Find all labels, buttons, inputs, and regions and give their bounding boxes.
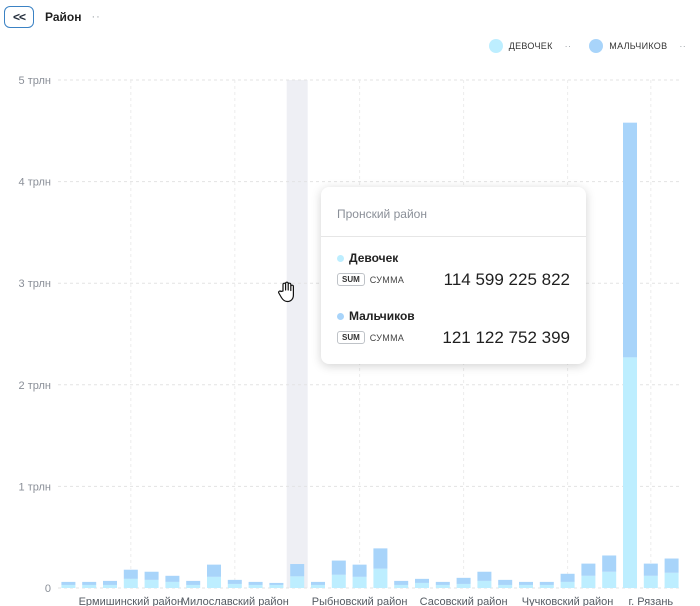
bar-segment-boys: [394, 580, 409, 585]
bar-segment-boys: [61, 581, 76, 585]
bar-segment-girls: [165, 581, 180, 588]
bar-segment-girls: [352, 576, 367, 588]
sum-badge: SUM: [337, 331, 365, 344]
bar-segment-girls: [248, 584, 263, 588]
bar-segment-girls: [207, 576, 221, 588]
bar-segment-girls: [186, 584, 201, 588]
sum-label: СУММА: [369, 274, 405, 285]
x-tick-label: Рыбновский район: [312, 596, 408, 606]
bar-segment-boys: [477, 571, 492, 581]
y-tick-label: 3 трлн: [19, 278, 51, 290]
bar-segment-girls: [539, 584, 554, 588]
bar-segment-girls: [477, 580, 492, 588]
hover-highlight-band: [286, 80, 308, 588]
sum-badge: SUM: [337, 273, 365, 286]
bar-segment-girls: [82, 584, 97, 588]
bar-segment-girls: [123, 578, 138, 588]
bar-segment-boys: [207, 564, 221, 577]
bar-segment-girls: [415, 582, 429, 588]
bar-segment-girls: [664, 572, 679, 588]
bar-segment-boys: [519, 581, 533, 585]
bar-segment-girls: [394, 584, 409, 588]
bar-segment-girls: [61, 584, 76, 588]
tooltip-series-label: Мальчиков: [349, 309, 415, 323]
bar-segment-boys: [331, 560, 346, 575]
bar-segment-boys: [456, 577, 471, 584]
bar-segment-boys: [415, 578, 429, 583]
bar-segment-boys: [560, 573, 575, 582]
bar-segment-girls: [643, 575, 658, 588]
bar-segment-boys: [311, 581, 325, 585]
hand-cursor-icon: [277, 281, 297, 308]
bar-segment-girls: [498, 584, 513, 588]
bar-segment-boys: [373, 548, 388, 569]
bar-segment-boys: [643, 563, 658, 576]
bar-segment-girls: [290, 576, 305, 588]
tooltip-title: Пронский район: [321, 187, 586, 237]
bar-segment-girls: [373, 568, 388, 588]
bar-segment-boys: [103, 580, 117, 585]
tooltip-row-girls: Девочек SUM СУММА 114 599 225 822: [321, 237, 586, 295]
tooltip-value: 121 122 752 399: [442, 328, 570, 347]
x-tick-label: Чучковский район: [522, 596, 614, 606]
bar-segment-boys: [165, 575, 180, 582]
series-dot-icon: [337, 312, 344, 320]
bar-segment-girls: [581, 575, 596, 588]
bar-segment-boys: [498, 579, 513, 585]
x-tick-label: Милославский район: [181, 596, 289, 606]
bar-segment-boys: [248, 581, 263, 585]
y-tick-label: 0: [45, 583, 51, 595]
bar-segment-girls: [623, 357, 637, 588]
tooltip-series-label: Девочек: [349, 251, 399, 265]
x-tick-label: г. Рязань: [628, 596, 673, 606]
tooltip-value: 114 599 225 822: [443, 270, 570, 289]
bar-segment-boys: [144, 571, 159, 580]
bar-segment-girls: [456, 583, 471, 588]
y-tick-label: 1 трлн: [19, 481, 51, 493]
bar-segment-girls: [560, 581, 575, 588]
bar-segment-boys: [269, 582, 284, 585]
bar-segment-girls: [602, 571, 617, 588]
bar-segment-boys: [290, 564, 305, 577]
bar-segment-boys: [664, 558, 679, 573]
bar-segment-girls: [103, 584, 117, 588]
bar-segment-girls: [144, 579, 159, 588]
bar-segment-boys: [581, 563, 596, 576]
tooltip-row-boys: Мальчиков SUM СУММА 121 122 752 399: [321, 295, 586, 353]
sum-label: СУММА: [369, 332, 405, 343]
bar-segment-girls: [227, 583, 242, 588]
x-tick-label: Сасовский район: [420, 596, 508, 606]
bar-segment-girls: [269, 584, 284, 588]
bar-segment-boys: [186, 580, 201, 585]
bar-segment-girls: [519, 584, 533, 588]
bar-segment-boys: [352, 564, 367, 577]
y-tick-label: 2 трлн: [19, 380, 51, 392]
bar-segment-boys: [539, 581, 554, 585]
y-tick-label: 5 трлн: [19, 75, 51, 87]
bar-segment-boys: [82, 581, 97, 585]
bar-segment-boys: [435, 581, 450, 585]
bar-segment-boys: [623, 122, 637, 358]
x-tick-label: Ермишинский район: [79, 596, 183, 606]
series-dot-icon: [337, 254, 344, 262]
bar-segment-girls: [331, 574, 346, 588]
bar-segment-boys: [602, 555, 617, 572]
bar-segment-boys: [123, 569, 138, 579]
bar-segment-girls: [435, 584, 450, 588]
y-tick-label: 4 трлн: [19, 177, 51, 189]
tooltip: Пронский район Девочек SUM СУММА 114 599…: [321, 187, 586, 364]
bar-segment-girls: [311, 584, 325, 588]
bar-segment-boys: [227, 579, 242, 584]
